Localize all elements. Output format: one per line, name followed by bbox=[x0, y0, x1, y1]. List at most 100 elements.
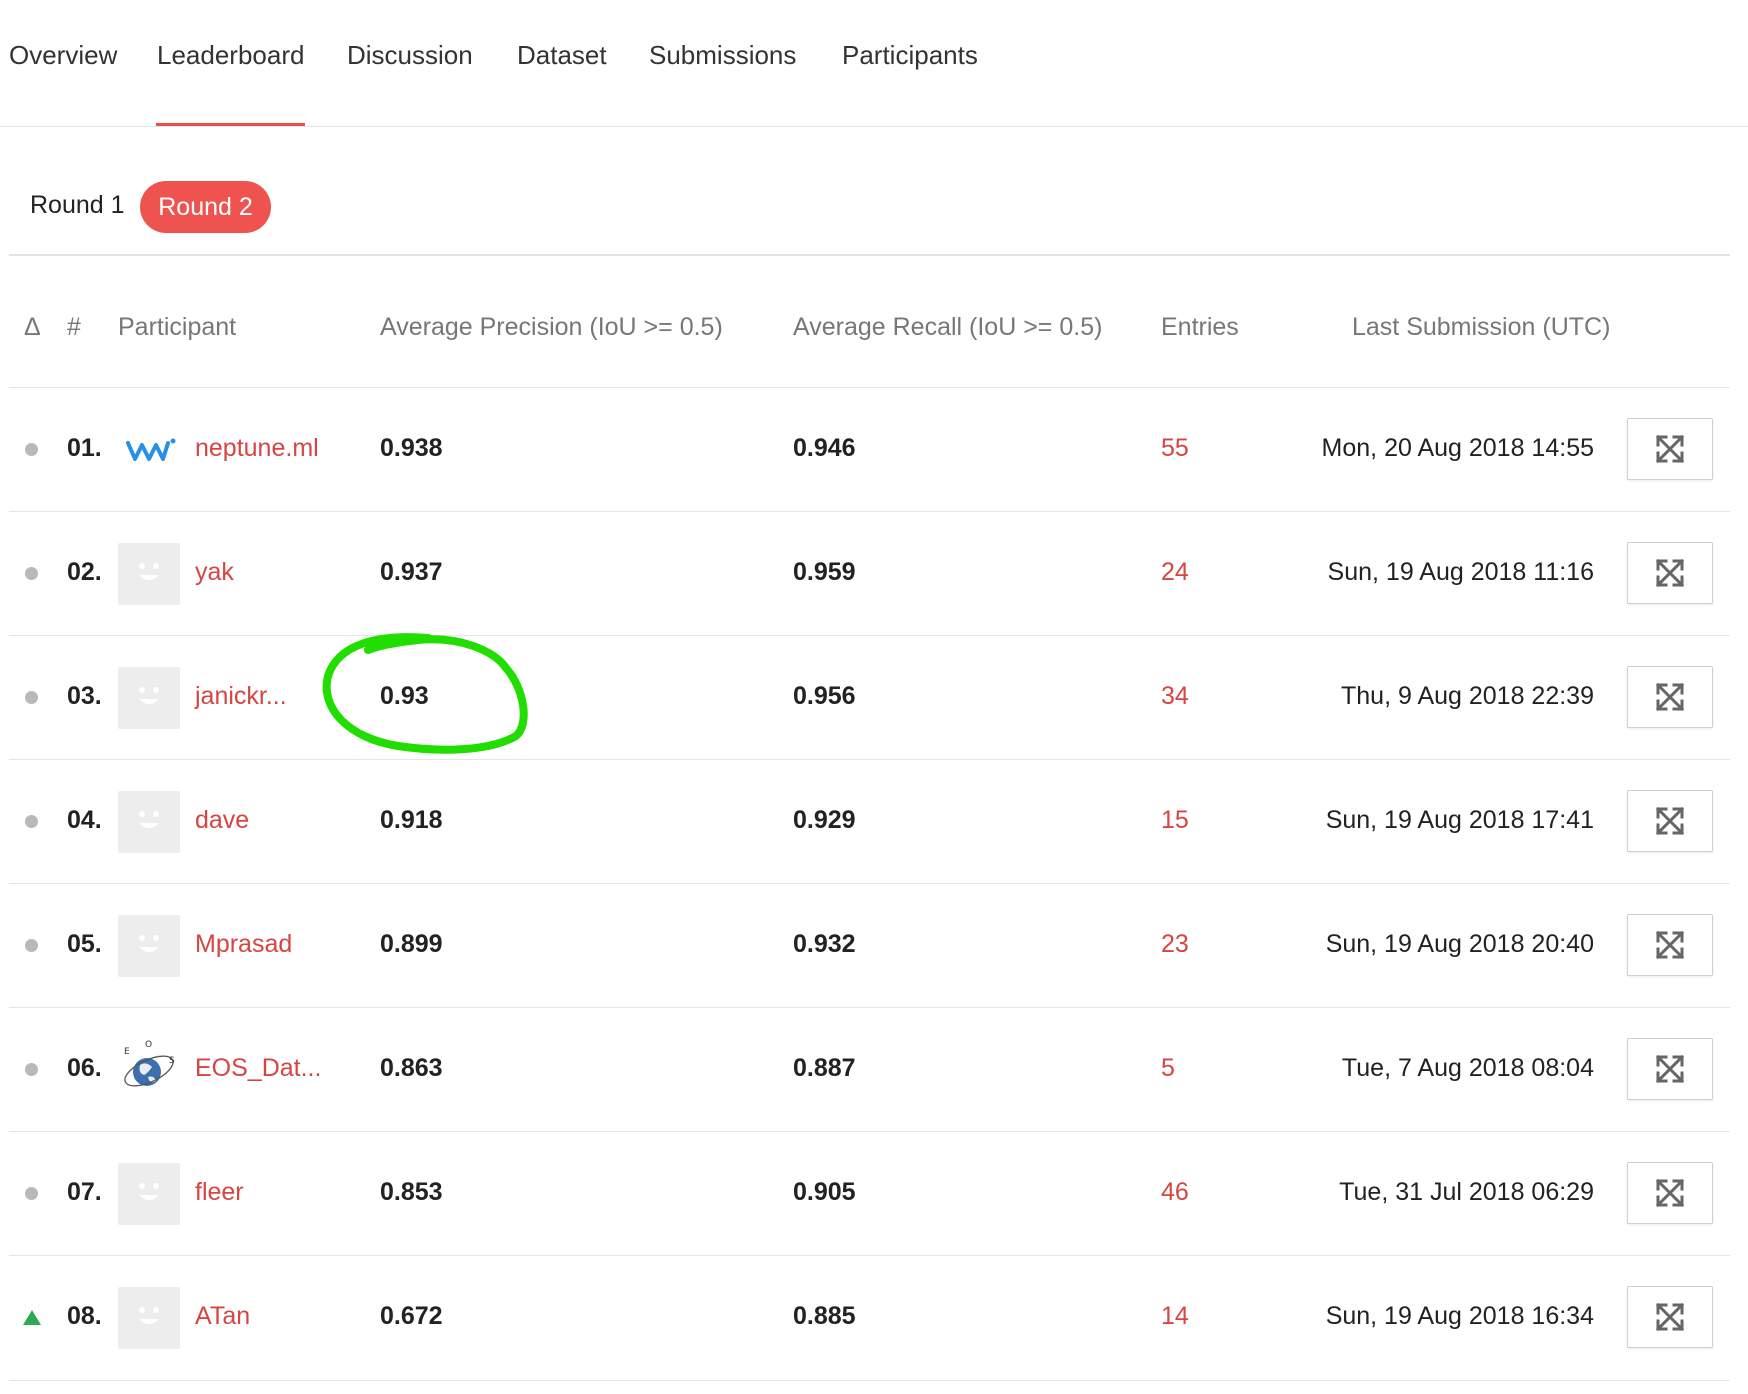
recall-value: 0.932 bbox=[793, 930, 856, 958]
expand-button[interactable] bbox=[1627, 914, 1713, 976]
recall-value: 0.956 bbox=[793, 682, 856, 710]
header-rank[interactable]: # bbox=[67, 313, 81, 342]
participant-link[interactable]: Mprasad bbox=[195, 930, 292, 959]
expand-arrows-icon bbox=[1655, 682, 1685, 712]
rank: 07. bbox=[67, 1178, 102, 1206]
expand-arrows-icon bbox=[1655, 806, 1685, 836]
eos-globe-logo-icon: E O S bbox=[118, 1039, 180, 1101]
participant-link[interactable]: EOS_Dat... bbox=[195, 1054, 321, 1083]
delta-unchanged-icon bbox=[25, 1187, 38, 1200]
expand-button[interactable] bbox=[1627, 1038, 1713, 1100]
entries-count[interactable]: 46 bbox=[1161, 1178, 1189, 1207]
recall-value: 0.959 bbox=[793, 558, 856, 586]
round-1-pill[interactable]: Round 1 bbox=[30, 191, 125, 220]
header-recall[interactable]: Average Recall (IoU >= 0.5) bbox=[793, 313, 1102, 342]
top-nav: Overview Leaderboard Discussion Dataset … bbox=[0, 0, 1748, 127]
expand-button[interactable] bbox=[1627, 1162, 1713, 1224]
table-row: 08. ATan 0.672 0.885 14 Sun, 19 Aug 2018… bbox=[9, 1255, 1730, 1381]
rank: 01. bbox=[67, 434, 102, 462]
rank: 04. bbox=[67, 806, 102, 834]
recall-value: 0.887 bbox=[793, 1054, 856, 1082]
table-row: 03. janickr... 0.93 0.956 34 Thu, 9 Aug … bbox=[9, 635, 1730, 760]
round-2-pill[interactable]: Round 2 bbox=[140, 181, 271, 233]
svg-text:E: E bbox=[124, 1047, 130, 1057]
recall-value: 0.885 bbox=[793, 1302, 856, 1330]
entries-count[interactable]: 14 bbox=[1161, 1302, 1189, 1331]
default-avatar-icon bbox=[118, 1163, 180, 1225]
participant-link[interactable]: fleer bbox=[195, 1178, 244, 1207]
expand-arrows-icon bbox=[1655, 1302, 1685, 1332]
header-precision[interactable]: Average Precision (IoU >= 0.5) bbox=[380, 313, 723, 342]
participant-link[interactable]: yak bbox=[195, 558, 234, 587]
default-avatar-icon bbox=[118, 667, 180, 729]
precision-value: 0.937 bbox=[380, 558, 443, 586]
rank: 03. bbox=[67, 682, 102, 710]
table-row: 07. fleer 0.853 0.905 46 Tue, 31 Jul 201… bbox=[9, 1131, 1730, 1256]
recall-value: 0.929 bbox=[793, 806, 856, 834]
expand-arrows-icon bbox=[1655, 1178, 1685, 1208]
delta-unchanged-icon bbox=[25, 691, 38, 704]
delta-unchanged-icon bbox=[25, 815, 38, 828]
tab-discussion[interactable]: Discussion bbox=[347, 40, 473, 71]
table-row: 06. E O S EOS_Dat... 0.863 0.887 5 Tue, … bbox=[9, 1007, 1730, 1132]
expand-button[interactable] bbox=[1627, 790, 1713, 852]
precision-value: 0.938 bbox=[380, 434, 443, 462]
last-submission-date: Thu, 9 Aug 2018 22:39 bbox=[1341, 682, 1594, 710]
tab-leaderboard[interactable]: Leaderboard bbox=[157, 40, 304, 71]
header-delta[interactable]: Δ bbox=[24, 313, 41, 342]
default-avatar-icon bbox=[118, 543, 180, 605]
delta-unchanged-icon bbox=[25, 1063, 38, 1076]
entries-count[interactable]: 5 bbox=[1161, 1054, 1175, 1083]
entries-count[interactable]: 24 bbox=[1161, 558, 1189, 587]
default-avatar-icon bbox=[118, 791, 180, 853]
expand-button[interactable] bbox=[1627, 666, 1713, 728]
last-submission-date: Tue, 7 Aug 2018 08:04 bbox=[1341, 1054, 1594, 1082]
rank-up-arrow-icon bbox=[23, 1310, 41, 1325]
participant-link[interactable]: dave bbox=[195, 806, 249, 835]
participant-link[interactable]: janickr... bbox=[195, 682, 287, 711]
neptune-logo-icon bbox=[118, 419, 180, 481]
entries-count[interactable]: 23 bbox=[1161, 930, 1189, 959]
recall-value: 0.946 bbox=[793, 434, 856, 462]
rank: 02. bbox=[67, 558, 102, 586]
rank: 05. bbox=[67, 930, 102, 958]
precision-value: 0.93 bbox=[380, 682, 429, 710]
svg-text:S: S bbox=[169, 1056, 175, 1066]
expand-button[interactable] bbox=[1627, 418, 1713, 480]
default-avatar-icon bbox=[118, 915, 180, 977]
recall-value: 0.905 bbox=[793, 1178, 856, 1206]
expand-arrows-icon bbox=[1655, 1054, 1685, 1084]
tab-participants[interactable]: Participants bbox=[842, 40, 978, 71]
participant-link[interactable]: ATan bbox=[195, 1302, 250, 1331]
table-row: 01. neptune.ml 0.938 0.946 55 Mon, 20 Au… bbox=[9, 387, 1730, 512]
delta-unchanged-icon bbox=[25, 443, 38, 456]
participant-link[interactable]: neptune.ml bbox=[195, 434, 319, 463]
table-row: 05. Mprasad 0.899 0.932 23 Sun, 19 Aug 2… bbox=[9, 883, 1730, 1008]
precision-value: 0.899 bbox=[380, 930, 443, 958]
delta-unchanged-icon bbox=[25, 567, 38, 580]
last-submission-date: Mon, 20 Aug 2018 14:55 bbox=[1321, 434, 1594, 462]
tab-dataset[interactable]: Dataset bbox=[517, 40, 607, 71]
rank: 08. bbox=[67, 1302, 102, 1330]
header-entries[interactable]: Entries bbox=[1161, 313, 1239, 342]
divider bbox=[9, 254, 1730, 256]
table-row: 04. dave 0.918 0.929 15 Sun, 19 Aug 2018… bbox=[9, 759, 1730, 884]
default-avatar-icon bbox=[118, 1287, 180, 1349]
tab-overview[interactable]: Overview bbox=[9, 40, 117, 71]
entries-count[interactable]: 15 bbox=[1161, 806, 1189, 835]
precision-value: 0.672 bbox=[380, 1302, 443, 1330]
expand-button[interactable] bbox=[1627, 1286, 1713, 1348]
tab-submissions[interactable]: Submissions bbox=[649, 40, 796, 71]
last-submission-date: Sun, 19 Aug 2018 16:34 bbox=[1325, 1302, 1594, 1330]
entries-count[interactable]: 34 bbox=[1161, 682, 1189, 711]
entries-count[interactable]: 55 bbox=[1161, 434, 1189, 463]
header-participant[interactable]: Participant bbox=[118, 313, 236, 342]
active-tab-indicator bbox=[156, 123, 305, 126]
last-submission-date: Sun, 19 Aug 2018 17:41 bbox=[1325, 806, 1594, 834]
precision-value: 0.853 bbox=[380, 1178, 443, 1206]
last-submission-date: Sun, 19 Aug 2018 20:40 bbox=[1325, 930, 1594, 958]
header-last-submission[interactable]: Last Submission (UTC) bbox=[1352, 313, 1610, 342]
table-row: 02. yak 0.937 0.959 24 Sun, 19 Aug 2018 … bbox=[9, 511, 1730, 636]
expand-arrows-icon bbox=[1655, 930, 1685, 960]
expand-button[interactable] bbox=[1627, 542, 1713, 604]
